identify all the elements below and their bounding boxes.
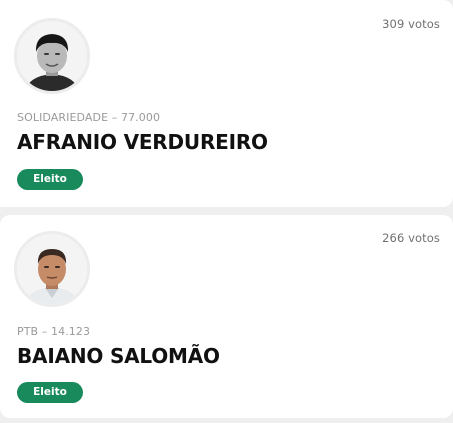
candidate-avatar <box>14 231 90 307</box>
candidate-avatar <box>14 18 90 94</box>
candidate-photo-bw <box>17 21 87 91</box>
candidate-photo-color <box>17 234 87 304</box>
candidate-card[interactable]: 309 votos SOLIDARIEDADE – 77.000 AFRANIO… <box>0 0 453 207</box>
candidate-name: AFRANIO VERDUREIRO <box>17 130 268 154</box>
status-badge: Eleito <box>17 169 83 190</box>
party-and-number: PTB – 14.123 <box>17 325 91 338</box>
vote-count: 309 votos <box>382 17 440 31</box>
party-and-number: SOLIDARIEDADE – 77.000 <box>17 111 161 124</box>
status-badge: Eleito <box>17 382 83 403</box>
candidate-name: BAIANO SALOMÃO <box>17 344 220 368</box>
vote-count: 266 votos <box>382 231 440 245</box>
candidate-card[interactable]: 266 votos PTB – 14.123 BAIANO SALOMÃO El… <box>0 215 453 418</box>
